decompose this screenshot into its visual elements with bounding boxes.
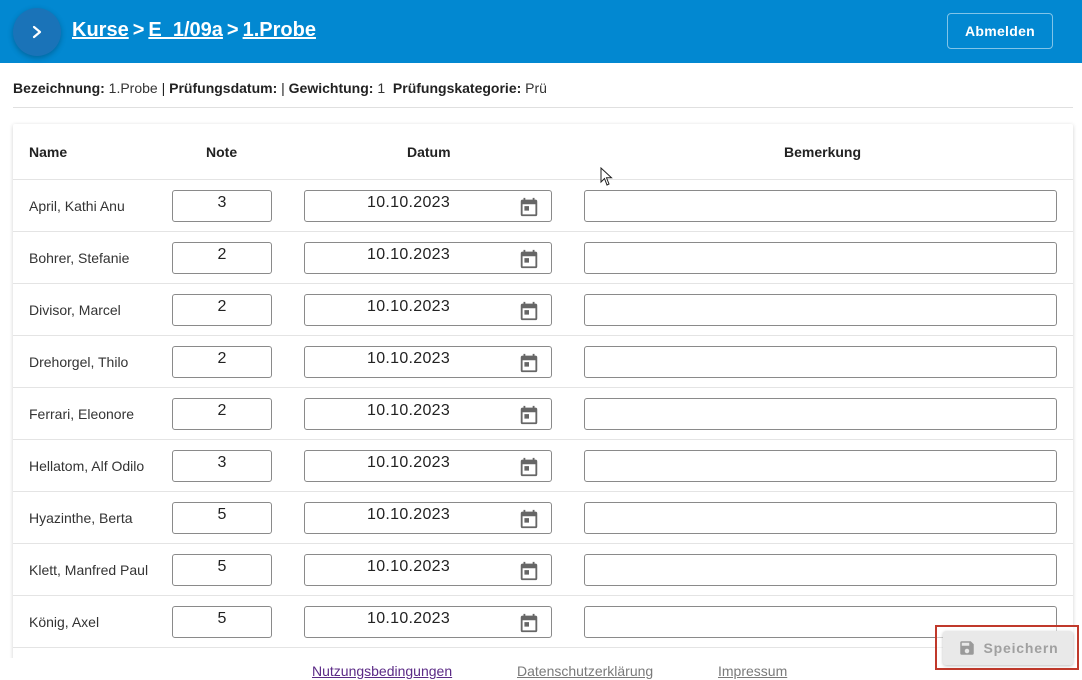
- pipe: |: [281, 80, 285, 96]
- note-input[interactable]: 3: [172, 450, 272, 482]
- footer-link-impressum[interactable]: Impressum: [718, 663, 787, 679]
- date-value: 10.10.2023: [367, 194, 451, 211]
- note-input[interactable]: 2: [172, 398, 272, 430]
- date-input[interactable]: 10.10.2023: [304, 242, 552, 274]
- calendar-icon[interactable]: [518, 300, 540, 322]
- table-header: Name Note Datum Bemerkung: [13, 124, 1073, 180]
- calendar-icon[interactable]: [518, 352, 540, 374]
- student-name: Klett, Manfred Paul: [29, 562, 149, 578]
- table-row: Klett, Manfred Paul 5 10.10.2023: [13, 544, 1073, 596]
- gewichtung-label: Gewichtung:: [288, 80, 374, 96]
- breadcrumb-separator: >: [132, 19, 145, 41]
- calendar-icon[interactable]: [518, 612, 540, 634]
- breadcrumb-exam[interactable]: 1.Probe: [243, 19, 316, 41]
- bezeichnung-label: Bezeichnung:: [13, 80, 105, 96]
- grades-table: Name Note Datum Bemerkung April, Kathi A…: [13, 124, 1073, 664]
- calendar-icon[interactable]: [518, 508, 540, 530]
- date-value: 10.10.2023: [367, 298, 451, 315]
- date-input[interactable]: 10.10.2023: [304, 502, 552, 534]
- date-value: 10.10.2023: [367, 246, 451, 263]
- student-name: Hellatom, Alf Odilo: [29, 458, 145, 474]
- column-header-datum: Datum: [407, 144, 451, 160]
- table-row: Hellatom, Alf Odilo 3 10.10.2023: [13, 440, 1073, 492]
- table-row: April, Kathi Anu 3 10.10.2023: [13, 180, 1073, 232]
- divider: [13, 107, 1073, 108]
- table-row: König, Axel 5 10.10.2023: [13, 596, 1073, 648]
- student-name: April, Kathi Anu: [29, 198, 125, 214]
- top-app-bar: Kurse > E_1/09a >1.Probe Abmelden: [0, 0, 1082, 63]
- footer-link-nutzungsbedingungen[interactable]: Nutzungsbedingungen: [312, 663, 452, 679]
- column-header-bemerkung: Bemerkung: [784, 144, 862, 160]
- breadcrumb-separator: >: [226, 19, 239, 41]
- bemerkung-input[interactable]: [584, 502, 1057, 534]
- date-input[interactable]: 10.10.2023: [304, 294, 552, 326]
- calendar-icon[interactable]: [518, 248, 540, 270]
- date-input[interactable]: 10.10.2023: [304, 190, 552, 222]
- breadcrumb-course[interactable]: E_1/09a: [148, 19, 223, 41]
- student-name: Drehorgel, Thilo: [29, 354, 129, 370]
- table-row: Divisor, Marcel 2 10.10.2023: [13, 284, 1073, 336]
- student-name: Hyazinthe, Berta: [29, 510, 133, 526]
- column-header-note: Note: [206, 144, 238, 160]
- note-input[interactable]: 5: [172, 502, 272, 534]
- date-input[interactable]: 10.10.2023: [304, 398, 552, 430]
- student-name: Bohrer, Stefanie: [29, 250, 130, 266]
- bezeichnung-value: 1.Probe: [108, 80, 158, 96]
- student-name: Ferrari, Eleonore: [29, 406, 135, 422]
- date-input[interactable]: 10.10.2023: [304, 554, 552, 586]
- date-input[interactable]: 10.10.2023: [304, 606, 552, 638]
- pruefungsdatum-label: Prüfungsdatum:: [169, 80, 278, 96]
- pipe: |: [161, 80, 166, 96]
- bemerkung-input[interactable]: [584, 450, 1057, 482]
- note-input[interactable]: 5: [172, 606, 272, 638]
- gewichtung-value: 1: [377, 80, 386, 96]
- footer: Nutzungsbedingungen Datenschutzerklärung…: [0, 658, 1082, 680]
- note-input[interactable]: 2: [172, 346, 272, 378]
- bemerkung-input[interactable]: [584, 346, 1057, 378]
- calendar-icon[interactable]: [518, 404, 540, 426]
- breadcrumb-kurse[interactable]: Kurse: [72, 19, 129, 41]
- note-input[interactable]: 2: [172, 294, 272, 326]
- bemerkung-input[interactable]: [584, 190, 1057, 222]
- logout-button[interactable]: Abmelden: [947, 13, 1053, 49]
- calendar-icon[interactable]: [518, 456, 540, 478]
- table-row: Hyazinthe, Berta 5 10.10.2023: [13, 492, 1073, 544]
- student-name: Divisor, Marcel: [29, 302, 121, 318]
- column-header-name: Name: [29, 144, 68, 160]
- note-input[interactable]: 2: [172, 242, 272, 274]
- table-row: Ferrari, Eleonore 2 10.10.2023: [13, 388, 1073, 440]
- open-menu-button[interactable]: [13, 8, 61, 56]
- bemerkung-input[interactable]: [584, 398, 1057, 430]
- bemerkung-input[interactable]: [584, 554, 1057, 586]
- note-input[interactable]: 3: [172, 190, 272, 222]
- calendar-icon[interactable]: [518, 196, 540, 218]
- date-value: 10.10.2023: [367, 506, 451, 523]
- save-button-label: Speichern: [983, 640, 1059, 656]
- floppy-disk-icon: [959, 641, 974, 655]
- breadcrumb: Kurse > E_1/09a >1.Probe: [72, 19, 316, 42]
- bemerkung-input[interactable]: [584, 242, 1057, 274]
- mouse-cursor-icon: [600, 167, 613, 186]
- save-button[interactable]: Speichern: [943, 631, 1073, 665]
- date-input[interactable]: 10.10.2023: [304, 346, 552, 378]
- table-row: Bohrer, Stefanie 2 10.10.2023: [13, 232, 1073, 284]
- date-value: 10.10.2023: [367, 558, 451, 575]
- exam-info: Bezeichnung: 1.Probe | Prüfungsdatum: | …: [13, 80, 547, 96]
- date-input[interactable]: 10.10.2023: [304, 450, 552, 482]
- table-row: Drehorgel, Thilo 2 10.10.2023: [13, 336, 1073, 388]
- note-input[interactable]: 5: [172, 554, 272, 586]
- date-value: 10.10.2023: [367, 610, 451, 627]
- date-value: 10.10.2023: [367, 454, 451, 471]
- save-button-highlight: Speichern: [935, 625, 1079, 670]
- student-name: König, Axel: [29, 614, 100, 630]
- date-value: 10.10.2023: [367, 402, 451, 419]
- date-value: 10.10.2023: [367, 350, 451, 367]
- kategorie-value: Prü: [525, 80, 547, 96]
- calendar-icon[interactable]: [518, 560, 540, 582]
- bemerkung-input[interactable]: [584, 294, 1057, 326]
- footer-link-datenschutz[interactable]: Datenschutzerklärung: [517, 663, 653, 679]
- kategorie-label: Prüfungskategorie:: [392, 80, 522, 96]
- chevron-right-icon: [32, 25, 42, 39]
